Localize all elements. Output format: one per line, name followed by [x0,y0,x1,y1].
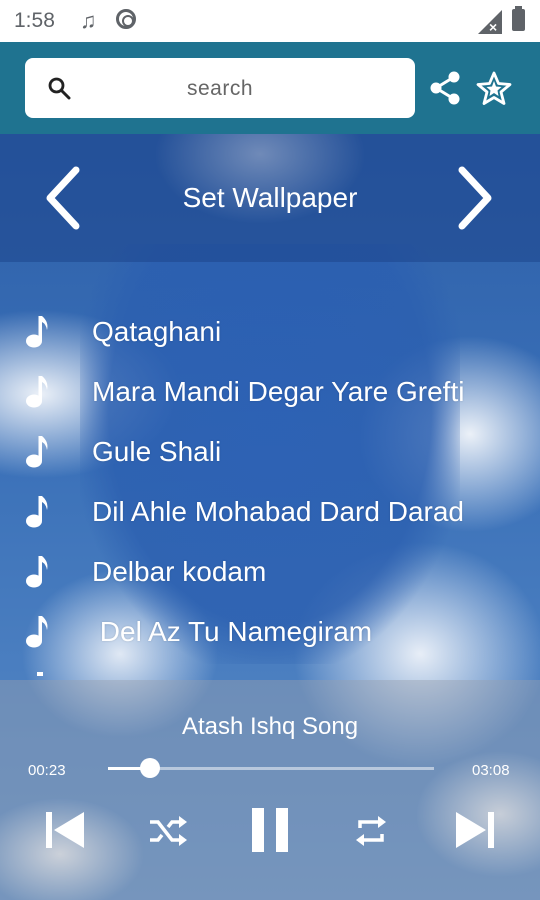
music-note-icon [26,316,48,348]
no-signal-icon: × [489,19,498,35]
pause-icon[interactable] [250,806,290,854]
repeat-icon[interactable] [354,814,388,848]
set-wallpaper-bar: Set Wallpaper [0,134,540,262]
skip-next-icon[interactable] [454,808,496,852]
total-time: 03:08 [472,762,510,779]
list-item[interactable]: Del Az Tu Namegiram [0,602,540,662]
music-note-icon [26,376,48,408]
seek-bar-thumb[interactable] [140,758,161,778]
status-bar: 1:58 ♫ × [0,0,540,42]
song-title: Delbar kodam [92,556,267,587]
song-title: Del Az Tu Namegiram [92,616,373,647]
search-input[interactable]: search [25,77,415,101]
now-playing-title: Atash Ishq Song [181,713,359,740]
search-box[interactable]: search [25,58,415,118]
shuffle-icon[interactable] [148,814,188,848]
song-title: Mara Mandi Degar Yare Grefti [92,376,465,407]
music-note-icon [26,616,48,648]
music-note-icon [26,556,48,588]
share-icon[interactable] [428,70,462,106]
song-title: Qataghani [92,316,222,347]
list-item[interactable]: Delbar kodam [0,542,540,602]
list-item[interactable]: Qataghani [0,302,540,362]
current-time: 00:23 [28,762,66,779]
star-rate-icon[interactable] [476,70,512,106]
song-title: Gule Shali [92,436,222,467]
music-note-status-icon: ♫ [80,8,97,33]
list-item[interactable]: Gule Shali [0,422,540,482]
seek-bar[interactable] [108,758,434,778]
music-note-icon [26,496,48,528]
list-item[interactable]: Dil Ahle Mohabad Dard Darad [0,482,540,542]
player-panel: Atash Ishq Song 00:23 03:08 [0,680,540,900]
partial-list-item [37,672,43,676]
skip-previous-icon[interactable] [44,808,86,852]
list-item[interactable]: Mara Mandi Degar Yare Grefti [0,362,540,422]
battery-icon [512,6,525,31]
chevron-right-icon[interactable] [456,166,496,230]
sync-status-icon [116,9,136,29]
app-header: search [0,42,540,134]
song-title: Dil Ahle Mohabad Dard Darad [92,496,464,527]
status-time: 1:58 [14,9,55,32]
music-note-icon [26,436,48,468]
